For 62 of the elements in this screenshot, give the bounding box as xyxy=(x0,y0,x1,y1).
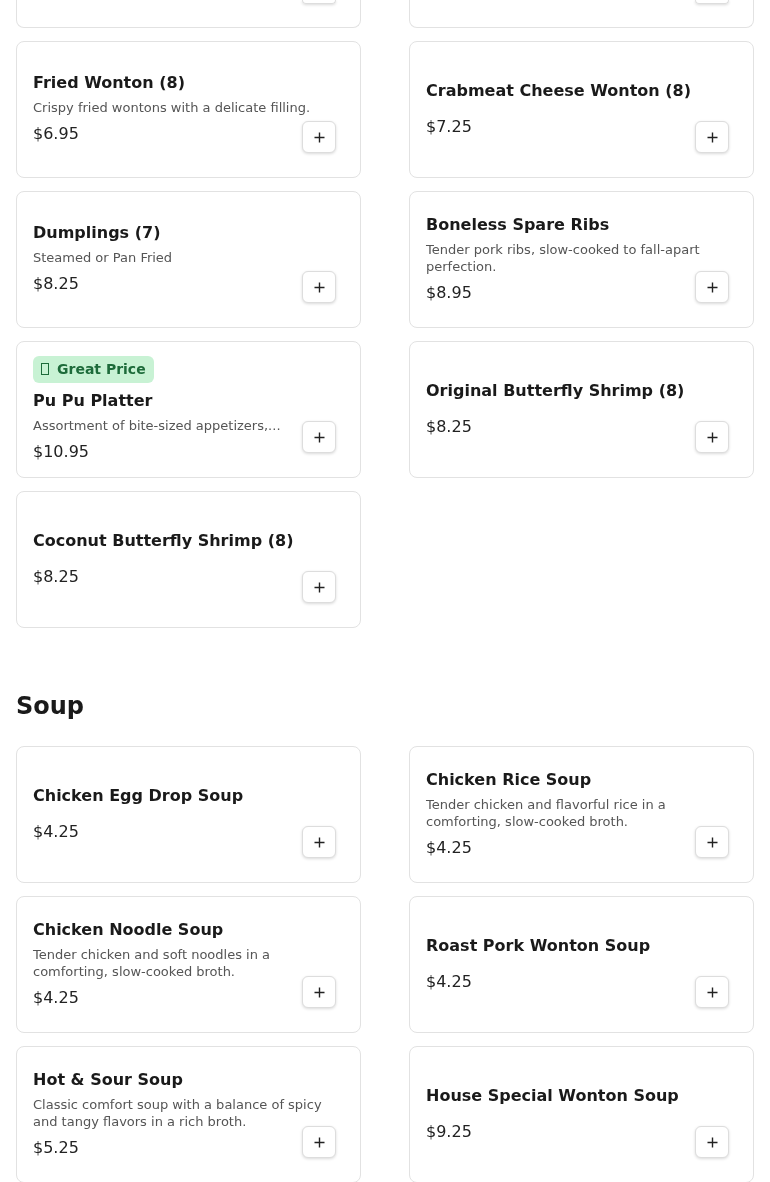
plus-icon xyxy=(313,581,325,593)
item-name: Hot & Sour Soup xyxy=(33,1069,184,1090)
menu-item-card[interactable]: Roast Pork Wonton Soup $4.25 xyxy=(409,896,754,1033)
item-description: Tender chicken and soft noodles in a comforting, slow-cooked broth. xyxy=(33,945,272,980)
menu-item-card[interactable]: Boneless Spare Ribs Tender pork ribs, slow-cooked to fall-apart perfection. $8.95 xyxy=(409,191,754,328)
item-name: Original Butterfly Shrimp (8) xyxy=(426,380,686,401)
menu-item-card[interactable]: Chicken Egg Drop Soup $4.25 xyxy=(16,746,361,883)
menu-item-card[interactable]: Coconut Butterfly Shrimp (8) $8.25 xyxy=(16,491,361,628)
item-name: Fried Wonton (8) xyxy=(33,73,186,93)
item-description: Classic comfort soup with a balance of spicy and tangy flavors in a rich broth. xyxy=(33,1095,323,1130)
plus-icon xyxy=(706,281,718,293)
badge-label: Great Price xyxy=(57,359,146,379)
item-name: Pu Pu Platter xyxy=(33,390,154,411)
plus-icon xyxy=(706,431,718,443)
item-name: Dumplings (7) xyxy=(33,223,162,243)
item-price: $6.95 xyxy=(33,123,79,145)
item-description: Tender pork ribs, slow-cooked to fall-apart perfection. xyxy=(426,240,701,275)
plus-icon xyxy=(706,131,718,143)
plus-icon xyxy=(706,986,718,998)
glyph-box-icon xyxy=(41,363,49,375)
item-name: House Special Wonton Soup xyxy=(426,1085,680,1106)
item-price: $9.25 xyxy=(426,1120,472,1143)
item-description: Tender chicken and flavorful rice in a comforting, slow-cooked broth. xyxy=(426,795,667,830)
plus-icon xyxy=(706,836,718,848)
plus-icon xyxy=(706,1136,718,1148)
item-name: Coconut Butterfly Shrimp (8) xyxy=(33,530,295,551)
item-name: Chicken Egg Drop Soup xyxy=(33,785,245,806)
menu-item-card[interactable]: Chicken Noodle Soup Tender chicken and soft noodles in a comforting, slow-cooked broth. $4.25 xyxy=(16,896,361,1033)
item-name: Boneless Spare Ribs xyxy=(426,214,611,235)
item-price: $8.25 xyxy=(33,273,79,295)
item-name: Chicken Noodle Soup xyxy=(33,919,225,940)
menu-item-card[interactable]: Original Butterfly Shrimp (8) $8.25 xyxy=(409,341,754,478)
menu-item-card[interactable]: Fried Wonton (8) Crispy fried wontons with a delicate filling. $6.95 xyxy=(16,41,361,178)
plus-icon xyxy=(313,131,325,143)
item-price: $4.25 xyxy=(426,970,472,993)
item-price: $4.25 xyxy=(426,836,472,859)
item-price: $5.25 xyxy=(33,1136,79,1159)
item-name: Crabmeat Cheese Wonton (8) xyxy=(426,80,693,101)
plus-icon xyxy=(313,431,325,443)
plus-icon xyxy=(313,281,325,293)
item-name: Chicken Rice Soup xyxy=(426,769,593,790)
menu-item-card[interactable]: Great Price Pu Pu Platter Assortment of bite-sized appetizers,... $10.95 xyxy=(16,341,361,478)
item-description: Steamed or Pan Fried xyxy=(33,249,174,266)
section-heading: Soup xyxy=(16,691,86,722)
plus-icon xyxy=(313,1136,325,1148)
plus-icon xyxy=(313,836,325,848)
item-name: Roast Pork Wonton Soup xyxy=(426,935,652,956)
item-price: $7.25 xyxy=(426,115,472,138)
item-description: Assortment of bite-sized appetizers,... xyxy=(33,416,282,434)
menu-item-card[interactable]: Crabmeat Cheese Wonton (8) $7.25 xyxy=(409,41,754,178)
item-price: $4.25 xyxy=(33,986,79,1009)
item-price: $8.25 xyxy=(33,565,79,588)
menu-item-card[interactable]: Hot & Sour Soup Classic comfort soup with a balance of spicy and tangy flavors in a rich broth. $5.25 xyxy=(16,1046,361,1182)
item-description: Crispy fried wontons with a delicate filling. xyxy=(33,99,312,116)
item-price: $10.95 xyxy=(33,440,89,463)
menu-item-card[interactable]: Dumplings (7) Steamed or Pan Fried $8.25 xyxy=(16,191,361,328)
menu-item-card[interactable]: House Special Wonton Soup $9.25 xyxy=(409,1046,754,1182)
item-price: $4.25 xyxy=(33,820,79,843)
plus-icon xyxy=(313,986,325,998)
item-price: $8.95 xyxy=(426,281,472,304)
menu-item-card[interactable]: Chicken Rice Soup Tender chicken and flavorful rice in a comforting, slow-cooked broth. $4.25 xyxy=(409,746,754,883)
item-price: $8.25 xyxy=(426,415,472,438)
